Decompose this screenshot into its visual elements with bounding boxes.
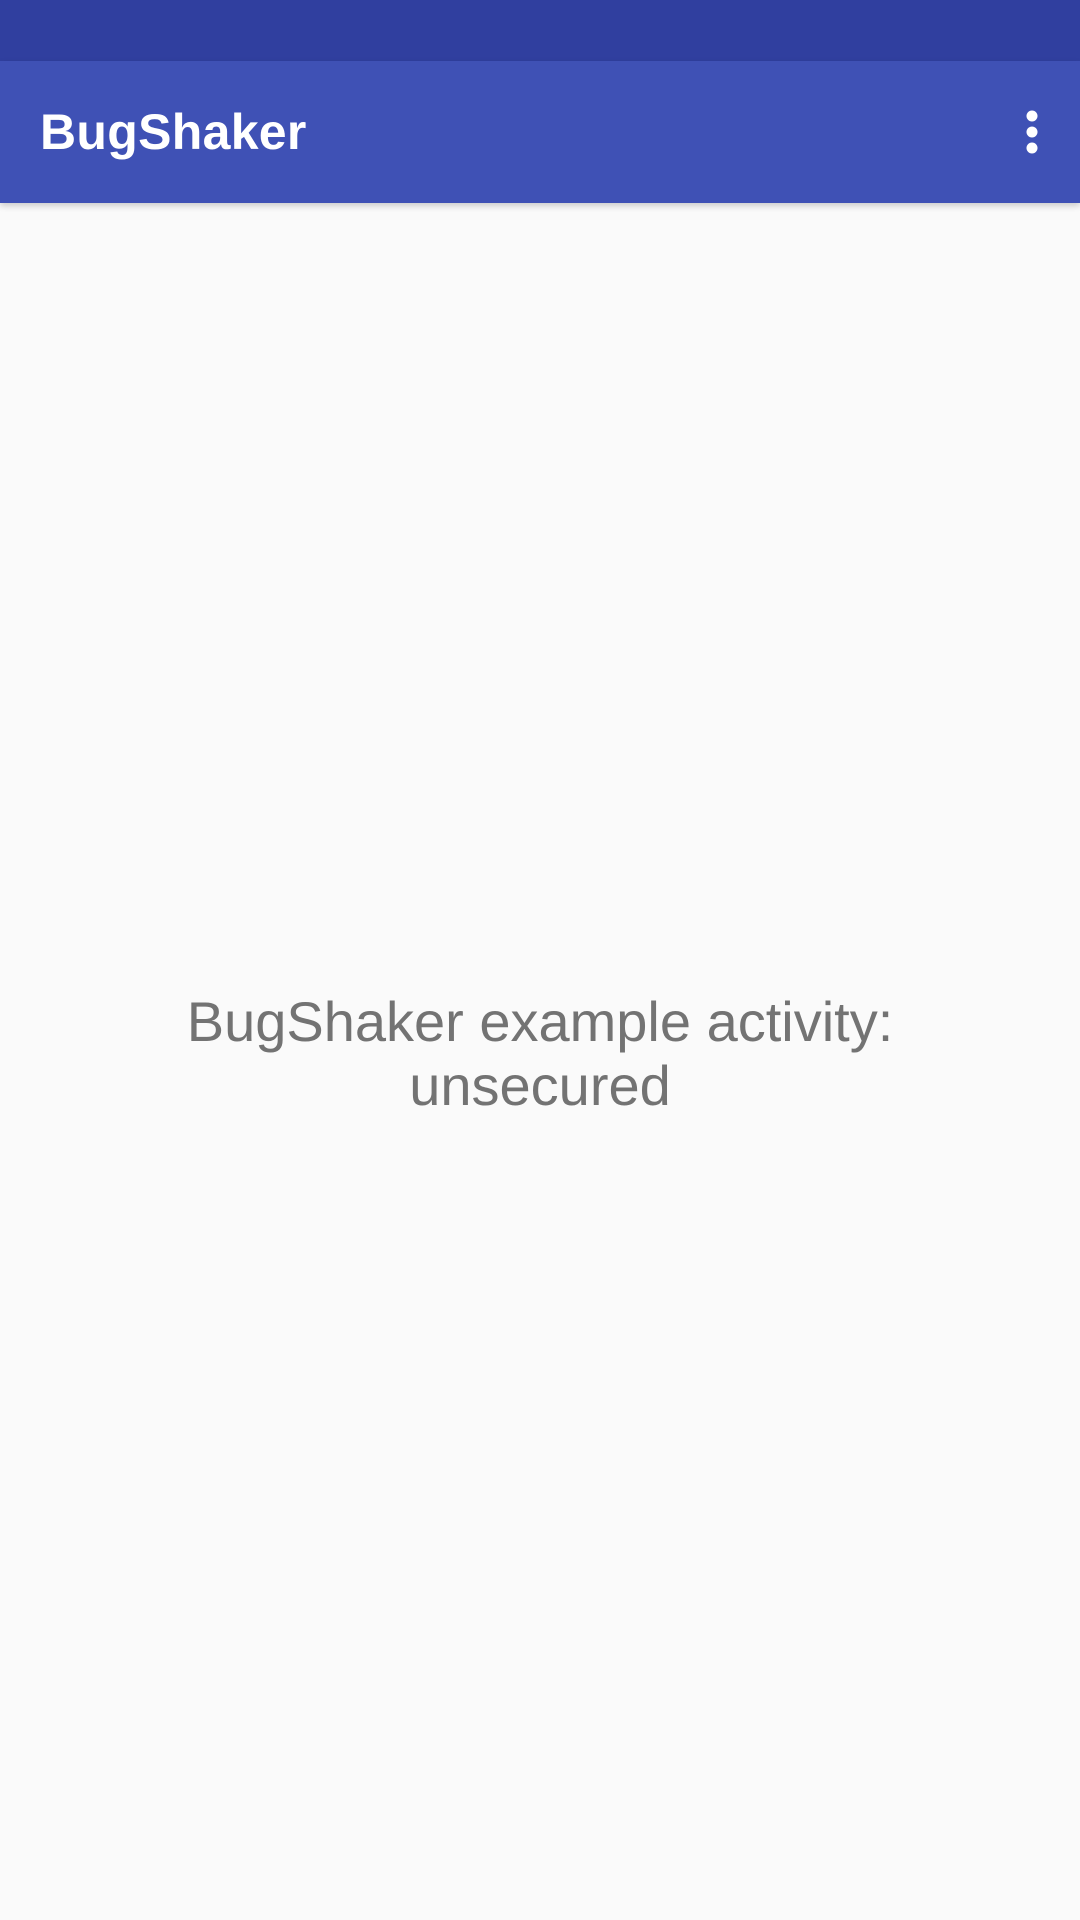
more-vert-icon bbox=[1026, 110, 1038, 154]
activity-message: BugShaker example activity: unsecured bbox=[186, 990, 894, 1117]
app-title: BugShaker bbox=[40, 104, 307, 160]
app-bar: BugShaker bbox=[0, 61, 1080, 203]
overflow-menu-button[interactable] bbox=[984, 61, 1080, 203]
status-bar bbox=[0, 0, 1080, 61]
